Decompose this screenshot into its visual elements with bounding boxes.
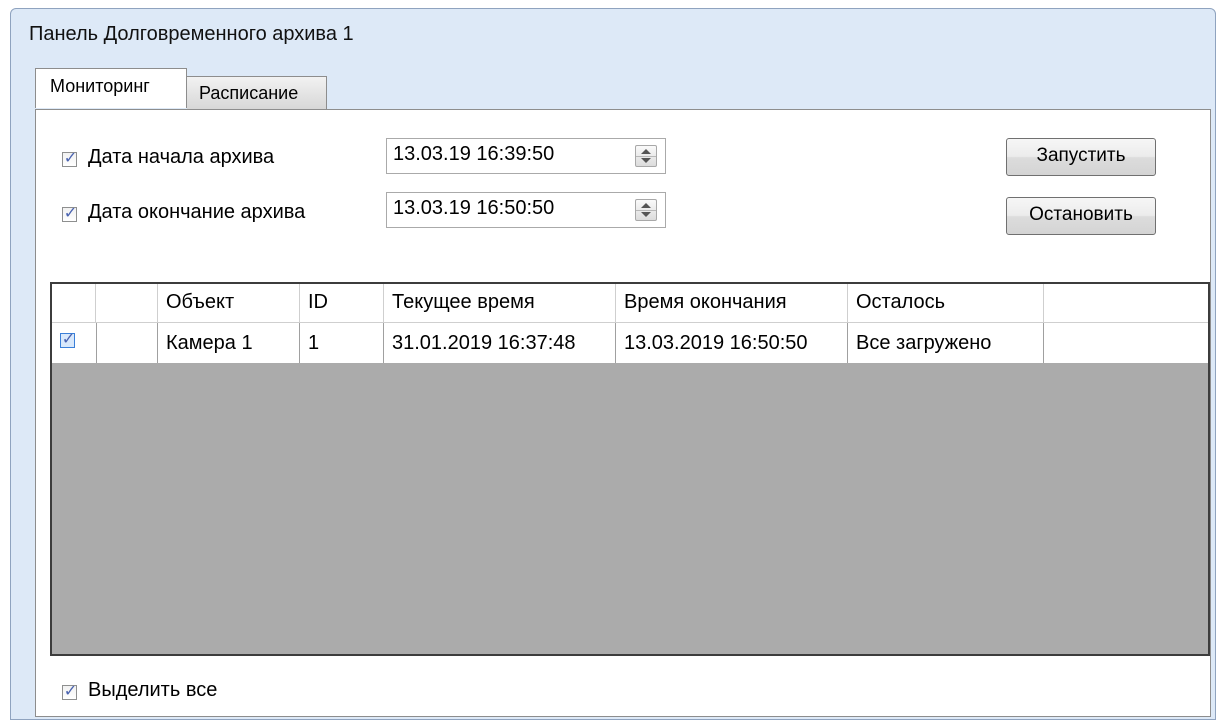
start-date-value: 13.03.19 16:39:50 [393,143,555,165]
end-date-value: 13.03.19 16:50:50 [393,197,555,219]
spin-down-icon [641,158,651,163]
tab-monitoring[interactable]: Мониторинг [35,68,187,108]
end-date-label: Дата окончание архива [88,201,306,223]
row-cell-id: 1 [300,323,384,363]
column-header-object[interactable]: Объект [158,284,300,322]
spin-down-icon [641,212,651,217]
end-date-input[interactable]: 13.03.19 16:50:50 [386,192,666,228]
start-date-input[interactable]: 13.03.19 16:39:50 [386,138,666,174]
end-date-checkbox[interactable]: ✓ [62,203,77,222]
column-header-end-time[interactable]: Время окончания [616,284,848,322]
row-select-cell[interactable]: ✓ [52,323,96,363]
table-row[interactable]: ✓ Камера 1 1 31.01.2019 16:37:48 13.03.2… [52,323,1208,363]
row-cell-current-time: 31.01.2019 16:37:48 [384,323,616,363]
archive-panel-window: Панель Долговременного архива 1 Монитори… [10,8,1216,720]
row-checkbox[interactable]: ✓ [60,329,75,348]
checkmark-icon: ✓ [61,329,76,348]
spin-up-icon [641,203,651,208]
archive-table: Объект ID Текущее время Время окончания … [50,282,1210,656]
select-all-label: Выделить все [88,679,218,701]
start-button[interactable]: Запустить [1006,138,1156,176]
tab-schedule[interactable]: Расписание [187,76,327,109]
row-cell-end-time: 13.03.2019 16:50:50 [616,323,848,363]
table-header: Объект ID Текущее время Время окончания … [52,284,1208,323]
row-cell-remaining: Все загружено [848,323,1044,363]
start-date-checkbox[interactable]: ✓ [62,148,77,167]
column-header-current-time[interactable]: Текущее время [384,284,616,322]
select-all-checkbox[interactable]: ✓ [62,681,77,700]
monitoring-panel: ✓ Дата начала архива 13.03.19 16:39:50 ✓… [35,109,1211,717]
checkmark-icon: ✓ [63,681,78,700]
spin-up-icon [641,149,651,154]
row-cell-blank [96,323,158,363]
column-header-blank[interactable] [96,284,158,322]
start-date-spinner[interactable] [635,145,657,167]
row-cell-filler [1044,323,1208,363]
window-title: Панель Долговременного архива 1 [29,23,354,45]
checkmark-icon: ✓ [63,203,78,222]
column-header-remaining[interactable]: Осталось [848,284,1044,322]
start-date-label: Дата начала архива [88,146,275,168]
end-date-spinner[interactable] [635,199,657,221]
checkmark-icon: ✓ [63,148,78,167]
row-cell-object: Камера 1 [158,323,300,363]
column-header-id[interactable]: ID [300,284,384,322]
column-header-select[interactable] [52,284,96,322]
stop-button[interactable]: Остановить [1006,197,1156,235]
column-header-filler [1044,284,1208,322]
